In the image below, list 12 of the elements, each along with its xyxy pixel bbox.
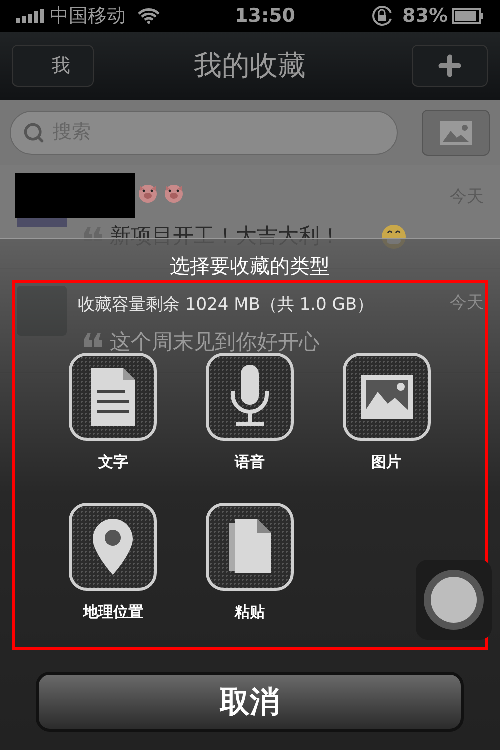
type-option[interactable]: 地理位置 xyxy=(45,503,182,624)
date-label: 今天 xyxy=(450,292,484,315)
type-option[interactable]: 粘贴 xyxy=(182,503,318,624)
clock-time: 13:50 xyxy=(235,4,296,29)
carrier-name: 中国移动 xyxy=(50,4,126,29)
type-option[interactable]: 图片 xyxy=(318,352,455,473)
sheet-title: 选择要收藏的类型 xyxy=(170,254,330,278)
cancel-button[interactable]: 取消 xyxy=(36,672,464,732)
capacity-text: 收藏容量剩余 1024 MB（共 1.0 GB） xyxy=(78,294,374,317)
back-button[interactable]: 我 xyxy=(12,45,94,87)
page-title: 我的收藏 xyxy=(194,48,306,84)
battery-percent: 83% xyxy=(402,4,448,29)
